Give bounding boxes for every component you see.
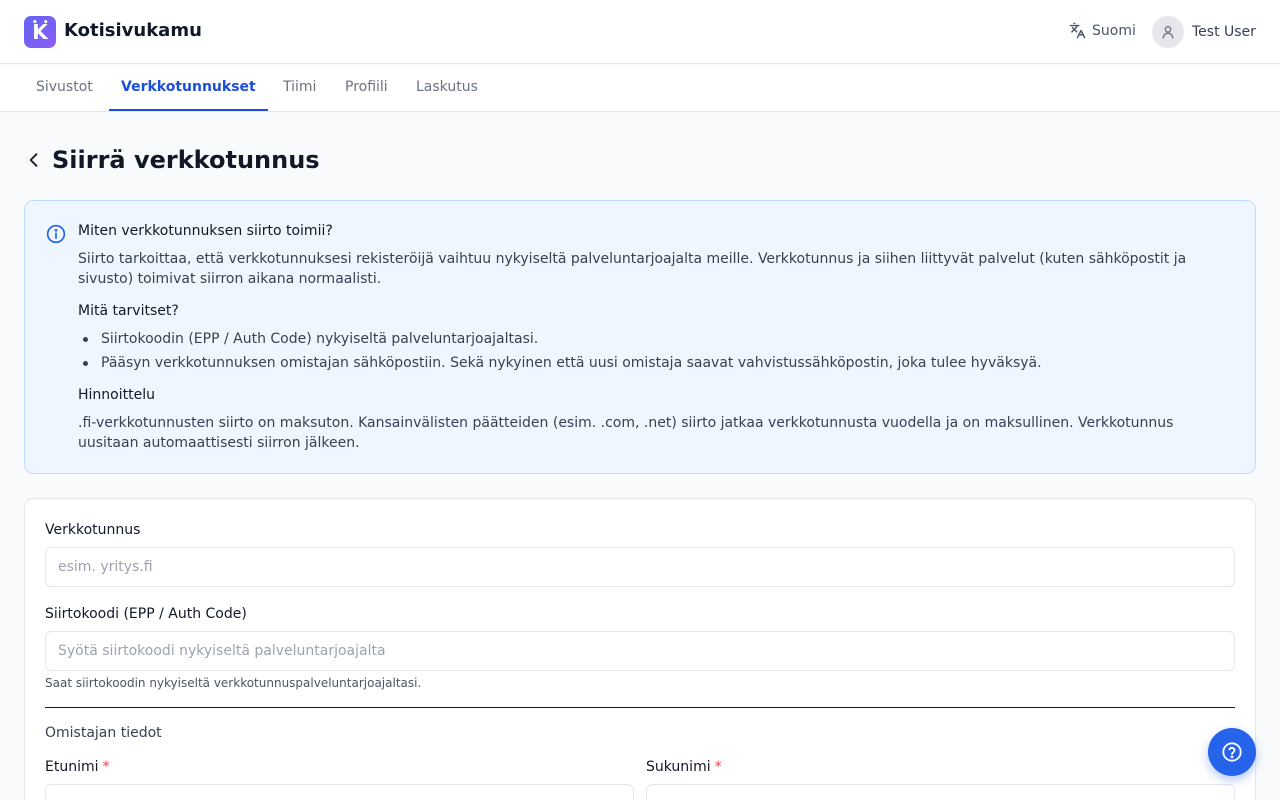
back-button[interactable] [24,146,48,174]
page-header: Siirrä verkkotunnus [24,144,320,176]
info-circle-icon [46,224,66,244]
top-header: • • K Kotisivukamu Suomi Test User [0,0,1280,64]
logo-dots: • • [32,18,50,28]
info-intro: Siirto tarkoittaa, että verkkotunnuksesi… [78,251,1187,287]
list-item: Pääsyn verkkotunnuksen omistajan sähköpo… [78,353,1218,373]
needs-list: Siirtokoodin (EPP / Auth Code) nykyiselt… [78,329,1218,373]
last-name-label-text: Sukunimi [646,759,711,775]
auth-code-label: Siirtokoodi (EPP / Auth Code) [45,606,247,622]
domain-label: Verkkotunnus [45,522,141,538]
owner-section-title: Omistajan tiedot [45,725,162,741]
chevron-left-icon [29,153,38,167]
page-title: Siirrä verkkotunnus [52,146,320,174]
user-menu[interactable]: Test User [1152,16,1256,48]
needs-heading: Mitä tarvitset? [78,303,179,319]
first-name-label-text: Etunimi [45,759,99,775]
avatar [1152,16,1184,48]
user-name: Test User [1192,24,1256,40]
last-name-label: Sukunimi * [646,759,722,775]
user-icon [1162,26,1174,39]
tab-sivustot[interactable]: Sivustot [36,65,93,111]
tab-laskutus[interactable]: Laskutus [416,65,478,111]
required-mark: * [102,759,110,775]
tab-profiili[interactable]: Profiili [345,65,388,111]
required-mark: * [714,759,722,775]
domain-input[interactable] [45,547,1235,587]
language-switcher[interactable]: Suomi [1069,22,1136,39]
app-logo[interactable]: • • K [24,16,56,48]
language-label: Suomi [1092,22,1136,39]
help-button[interactable] [1208,728,1256,776]
first-name-label: Etunimi * [45,759,110,775]
list-item: Siirtokoodin (EPP / Auth Code) nykyiselt… [78,329,1218,349]
tab-verkkotunnukset[interactable]: Verkkotunnukset [109,65,268,111]
transfer-info-box: Miten verkkotunnuksen siirto toimii? Sii… [24,200,1256,474]
info-heading: Miten verkkotunnuksen siirto toimii? [78,223,333,239]
tab-tiimi[interactable]: Tiimi [283,65,316,111]
auth-code-hint: Saat siirtokoodin nykyiseltä verkkotunnu… [45,676,422,690]
main-nav-tabs: Sivustot Verkkotunnukset Tiimi Profiili … [0,65,1280,112]
brand-name[interactable]: Kotisivukamu [64,20,202,41]
pricing-text: .fi-verkkotunnusten siirto on maksuton. … [78,415,1174,451]
last-name-input[interactable] [646,784,1235,800]
translate-icon [1069,22,1086,39]
help-circle-icon [1222,742,1242,762]
auth-code-input[interactable] [45,631,1235,671]
transfer-form: Verkkotunnus Siirtokoodi (EPP / Auth Cod… [24,498,1256,800]
section-divider [45,707,1235,708]
first-name-input[interactable] [45,784,634,800]
pricing-heading: Hinnoittelu [78,387,155,403]
info-content: Miten verkkotunnuksen siirto toimii? Sii… [78,221,1218,465]
